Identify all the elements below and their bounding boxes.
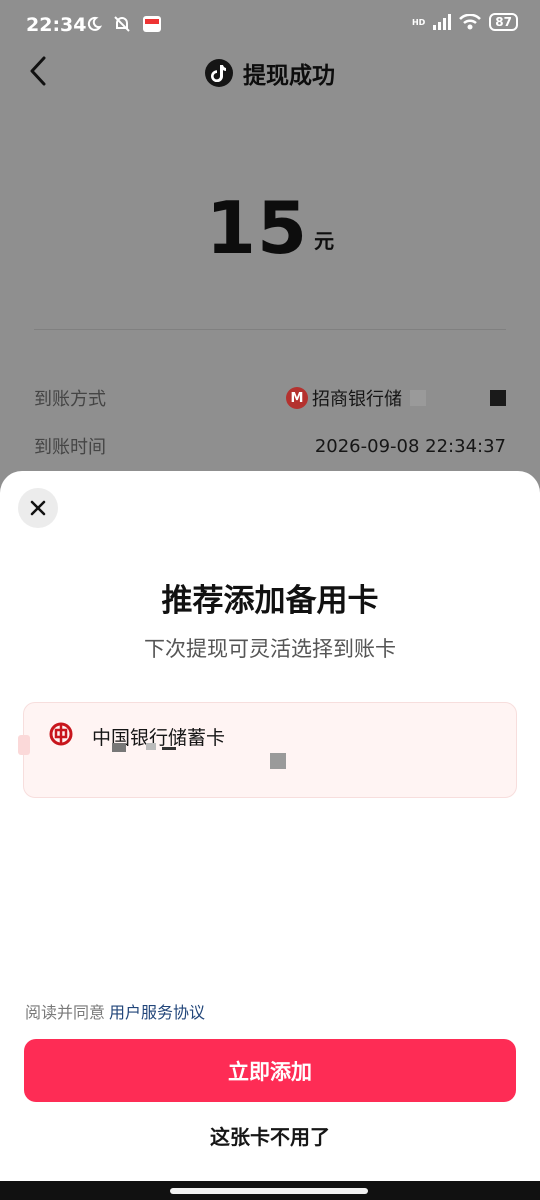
amount-display: 15 元 xyxy=(0,188,540,268)
add-card-sheet: 推荐添加备用卡 下次提现可灵活选择到账卡 中国银行储蓄卡 阅读并同意 用户服务协议… xyxy=(0,471,540,1200)
divider xyxy=(34,329,506,330)
bank-card-option[interactable]: 中国银行储蓄卡 xyxy=(23,702,517,798)
app-notification-icon xyxy=(143,16,161,32)
title-wrap: 提现成功 xyxy=(0,56,540,90)
masked-card-number xyxy=(146,743,156,750)
agreement-link[interactable]: 用户服务协议 xyxy=(109,1003,205,1022)
add-now-button[interactable]: 立即添加 xyxy=(24,1039,516,1102)
wifi-icon xyxy=(459,14,482,30)
close-icon xyxy=(30,500,46,516)
signal-icon xyxy=(433,14,452,30)
masked-card-tail xyxy=(270,753,286,769)
close-button[interactable] xyxy=(18,488,58,528)
bank-name: 招商银行储 xyxy=(312,389,402,410)
detail-row-method: 到账方式 M 招商银行储 xyxy=(34,383,506,413)
detail-value: M 招商银行储 xyxy=(286,385,506,411)
skip-card-button[interactable]: 这张卡不用了 xyxy=(0,1121,540,1150)
agreement-text: 阅读并同意 用户服务协议 xyxy=(25,999,205,1023)
cmb-logo-icon: M xyxy=(286,387,308,409)
withdraw-success-page: 22:34 HD 87 提现成功 15 元 到账方式 M 招商银行储 到账时间 … xyxy=(0,0,540,1200)
home-indicator[interactable] xyxy=(170,1188,368,1194)
battery-icon: 87 xyxy=(489,13,518,31)
network-badge: HD xyxy=(411,17,426,27)
status-time: 22:34 xyxy=(26,14,87,36)
masked-card-number xyxy=(162,747,176,750)
amount-unit: 元 xyxy=(314,229,335,253)
detail-label: 到账时间 xyxy=(34,437,106,458)
page-title: 提现成功 xyxy=(243,63,335,89)
sheet-title: 推荐添加备用卡 xyxy=(161,583,379,619)
boc-logo-icon xyxy=(49,722,73,746)
amount-value: 15 xyxy=(205,186,309,270)
status-bar: 22:34 HD 87 xyxy=(0,0,540,50)
detail-value: 2026-09-08 22:34:37 xyxy=(314,435,506,457)
sheet-subtitle: 下次提现可灵活选择到账卡 xyxy=(144,637,396,661)
muted-notification-icon xyxy=(114,16,130,32)
status-right-icons: HD 87 xyxy=(412,13,518,31)
card-edge-mark xyxy=(18,735,30,755)
detail-row-time: 到账时间 2026-09-08 22:34:37 xyxy=(34,431,506,461)
status-left-icons xyxy=(86,14,162,34)
moon-icon xyxy=(87,16,102,31)
nav-bar: 提现成功 xyxy=(0,48,540,94)
douyin-logo-icon xyxy=(205,59,233,87)
masked-account-tail xyxy=(490,390,506,406)
masked-account xyxy=(410,390,426,406)
masked-card-number xyxy=(112,743,126,752)
agreement-prefix: 阅读并同意 xyxy=(25,1003,106,1022)
detail-label: 到账方式 xyxy=(34,389,106,410)
